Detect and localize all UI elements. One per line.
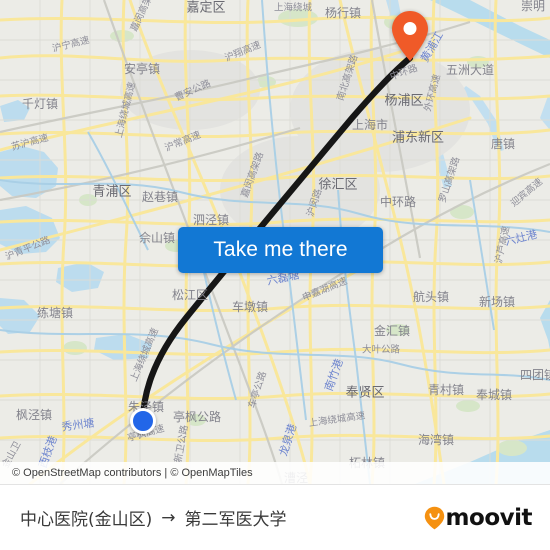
route-footer: 中心医院(金山区) → 第二军医大学 moovit — [0, 484, 550, 550]
route-destination-label: 第二军医大学 — [184, 510, 287, 530]
moovit-wordmark: moovit — [445, 504, 533, 531]
route-origin-label: 中心医院(金山区) — [20, 510, 153, 530]
moovit-route-map-screen: 嘉定区 上海绕城 杨行镇 嘉闵高架 崇明 黄浦江 沪翔高速 安亭镇 南北高架路 外环高速 五洲大道曹… — [0, 0, 550, 550]
destination-marker-icon[interactable] — [390, 10, 430, 62]
moovit-pin-icon — [424, 506, 444, 529]
route-summary: 中心医院(金山区) → 第二军医大学 — [20, 505, 287, 531]
map-attribution: © OpenStreetMap contributors | © OpenMap… — [0, 462, 550, 484]
origin-marker-icon[interactable] — [130, 408, 156, 434]
take-me-there-button[interactable]: Take me there — [178, 227, 383, 273]
arrow-right-icon: → — [161, 507, 176, 528]
moovit-logo[interactable]: moovit — [424, 504, 533, 531]
